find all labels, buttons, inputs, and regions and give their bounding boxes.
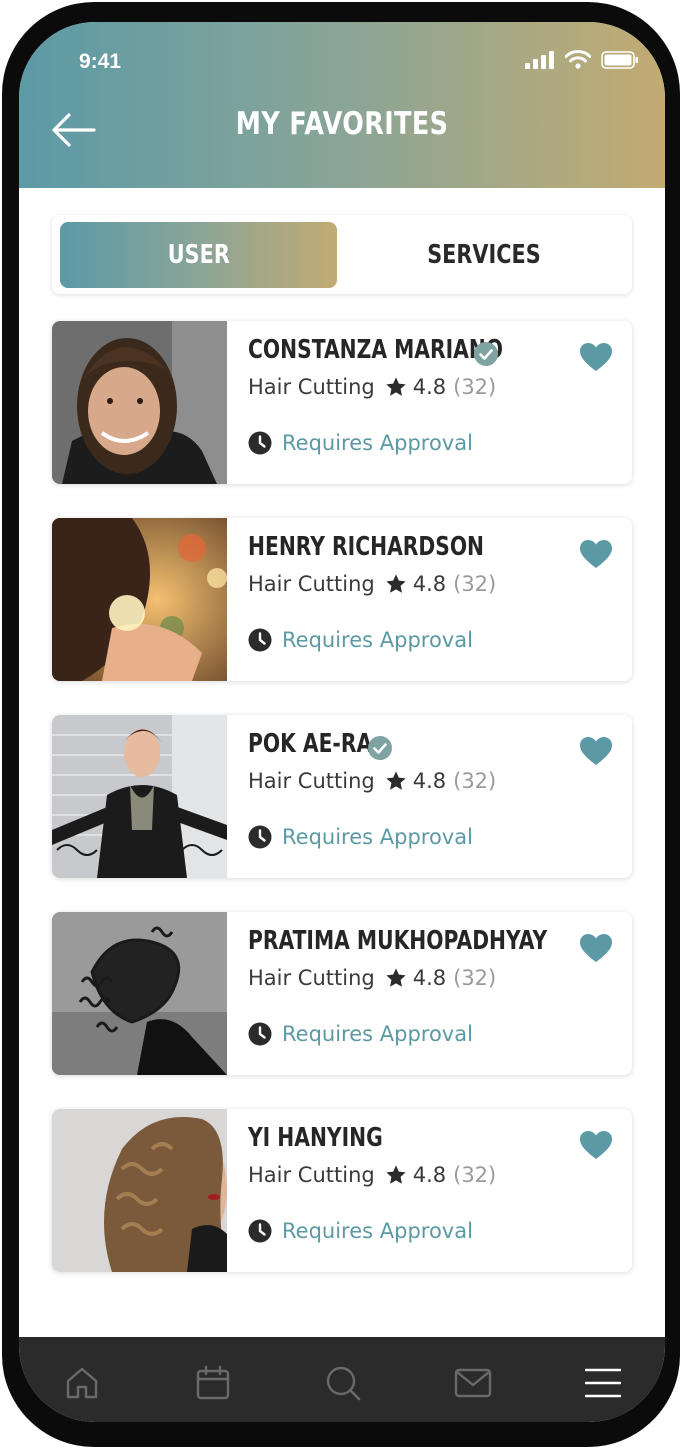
favorite-heart-button[interactable] — [580, 934, 612, 967]
tab-user[interactable]: USER — [60, 222, 337, 288]
bottom-tab-bar — [19, 1337, 665, 1422]
stylist-name: YI HANYING — [248, 1123, 383, 1153]
segmented-tabs: USER SERVICES — [52, 215, 632, 294]
profile-photo — [52, 518, 227, 681]
wifi-icon — [565, 50, 591, 69]
favorite-card[interactable]: HENRY RICHARDSON Hair Cutting 4.8 (32) R… — [52, 518, 632, 681]
tab-services[interactable]: SERVICES — [344, 222, 624, 288]
screen: 9:41 MY FAVORITES USER SERVICES CONSTANZ… — [19, 22, 665, 1422]
search-icon — [326, 1366, 361, 1401]
status-icons — [525, 50, 639, 69]
stylist-name: HENRY RICHARDSON — [248, 532, 485, 562]
tab-services-label: SERVICES — [427, 240, 541, 270]
approval-status: Requires Approval — [248, 431, 473, 455]
favorite-heart-button[interactable] — [580, 343, 612, 376]
tab-search[interactable] — [323, 1363, 363, 1403]
service-rating-line: Hair Cutting 4.8 (32) — [248, 769, 496, 793]
star-icon — [386, 377, 406, 396]
profile-photo — [52, 1109, 227, 1272]
approval-status: Requires Approval — [248, 825, 473, 849]
profile-photo — [52, 912, 227, 1075]
service-rating-line: Hair Cutting 4.8 (32) — [248, 966, 496, 990]
phone-frame: 9:41 MY FAVORITES USER SERVICES CONSTANZ… — [2, 2, 680, 1447]
status-time: 9:41 — [79, 50, 122, 73]
service-name: Hair Cutting — [248, 1163, 375, 1187]
approval-label: Requires Approval — [282, 628, 473, 652]
battery-icon — [601, 50, 638, 69]
favorite-card[interactable]: PRATIMA MUKHOPADHYAY Hair Cutting 4.8 (3… — [52, 912, 632, 1075]
calendar-icon — [196, 1365, 230, 1400]
clock-icon — [248, 431, 272, 455]
tab-home[interactable] — [62, 1363, 102, 1403]
review-count: (32) — [453, 375, 497, 399]
approval-status: Requires Approval — [248, 1219, 473, 1243]
service-rating-line: Hair Cutting 4.8 (32) — [248, 572, 496, 596]
star-icon — [386, 771, 406, 790]
favorite-heart-button[interactable] — [580, 1131, 612, 1164]
tab-calendar[interactable] — [193, 1363, 233, 1403]
verified-badge-icon — [368, 736, 392, 760]
approval-status: Requires Approval — [248, 628, 473, 652]
header: 9:41 MY FAVORITES — [19, 22, 665, 188]
heart-icon — [580, 540, 612, 568]
favorite-card[interactable]: CONSTANZA MARIANO Hair Cutting 4.8 (32) … — [52, 321, 632, 484]
tab-menu[interactable] — [583, 1363, 623, 1403]
clock-icon — [248, 1219, 272, 1243]
clock-icon — [248, 628, 272, 652]
rating-value: 4.8 — [412, 572, 447, 596]
approval-label: Requires Approval — [282, 431, 473, 455]
home-icon — [66, 1367, 98, 1399]
service-name: Hair Cutting — [248, 769, 375, 793]
menu-icon — [585, 1368, 621, 1398]
review-count: (32) — [453, 966, 497, 990]
favorite-heart-button[interactable] — [580, 737, 612, 770]
favorite-heart-button[interactable] — [580, 540, 612, 573]
page-title: MY FAVORITES — [235, 106, 449, 142]
review-count: (32) — [453, 572, 497, 596]
tab-user-label: USER — [167, 240, 230, 270]
service-name: Hair Cutting — [248, 375, 375, 399]
service-name: Hair Cutting — [248, 572, 375, 596]
heart-icon — [580, 737, 612, 765]
star-icon — [386, 968, 406, 987]
service-rating-line: Hair Cutting 4.8 (32) — [248, 375, 496, 399]
review-count: (32) — [453, 769, 497, 793]
star-icon — [386, 574, 406, 593]
approval-label: Requires Approval — [282, 1022, 473, 1046]
signal-icon — [525, 50, 554, 69]
approval-label: Requires Approval — [282, 1219, 473, 1243]
clock-icon — [248, 1022, 272, 1046]
tab-messages[interactable] — [453, 1363, 493, 1403]
approval-status: Requires Approval — [248, 1022, 473, 1046]
review-count: (32) — [453, 1163, 497, 1187]
service-rating-line: Hair Cutting 4.8 (32) — [248, 1163, 496, 1187]
rating-value: 4.8 — [412, 375, 447, 399]
approval-label: Requires Approval — [282, 825, 473, 849]
star-icon — [386, 1165, 406, 1184]
rating-value: 4.8 — [412, 1163, 447, 1187]
heart-icon — [580, 343, 612, 371]
stylist-name: CONSTANZA MARIANO — [248, 335, 504, 365]
stylist-name: PRATIMA MUKHOPADHYAY — [248, 926, 548, 956]
service-name: Hair Cutting — [248, 966, 375, 990]
favorite-card[interactable]: POK AE-RA Hair Cutting 4.8 (32) Requires… — [52, 715, 632, 878]
mail-icon — [454, 1368, 492, 1398]
heart-icon — [580, 934, 612, 962]
clock-icon — [248, 825, 272, 849]
rating-value: 4.8 — [412, 769, 447, 793]
heart-icon — [580, 1131, 612, 1159]
profile-photo — [52, 715, 227, 878]
profile-photo — [52, 321, 227, 484]
favorite-card[interactable]: YI HANYING Hair Cutting 4.8 (32) Require… — [52, 1109, 632, 1272]
rating-value: 4.8 — [412, 966, 447, 990]
verified-badge-icon — [474, 342, 498, 366]
